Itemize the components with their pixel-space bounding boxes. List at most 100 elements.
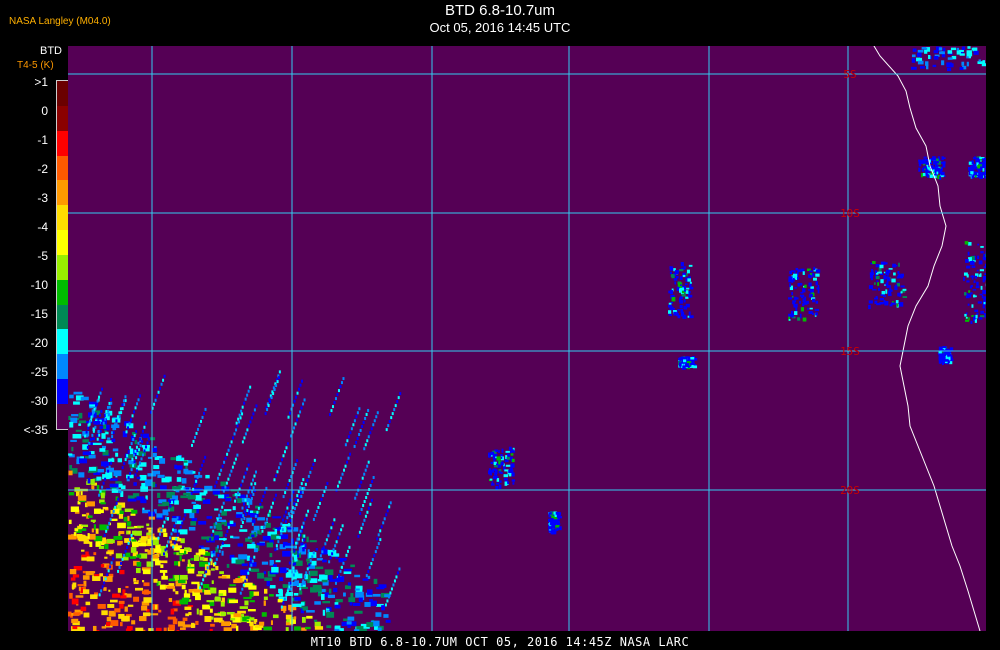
cloud-pixel bbox=[103, 581, 106, 585]
cloud-pixel bbox=[246, 619, 249, 622]
cloud-pixel bbox=[172, 528, 175, 532]
cloud-pixel bbox=[979, 174, 984, 180]
cloud-pixel bbox=[326, 611, 335, 618]
cloud-pixel bbox=[225, 497, 231, 502]
cloud-pixel bbox=[393, 408, 396, 412]
cloud-pixel bbox=[111, 457, 114, 461]
cloud-pixel bbox=[131, 509, 138, 514]
cloud-pixel bbox=[871, 268, 873, 273]
cloud-pixel bbox=[226, 563, 230, 568]
cloud-pixel bbox=[220, 468, 223, 472]
cloud-pixel bbox=[73, 401, 80, 405]
cloud-pixel bbox=[233, 613, 242, 618]
cloud-pixel bbox=[790, 315, 794, 318]
legend-label: -10 bbox=[30, 278, 48, 292]
cloud-pixel bbox=[112, 593, 120, 598]
cloud-pixel bbox=[492, 475, 497, 480]
cloud-pixel bbox=[225, 481, 228, 485]
satellite-map[interactable]: 15W10W5W05E10E5S10S15S20S bbox=[68, 0, 990, 637]
cloud-pixel bbox=[90, 519, 96, 522]
cloud-pixel bbox=[124, 395, 127, 399]
cloud-pixel bbox=[158, 532, 161, 536]
cloud-pixel bbox=[87, 515, 93, 518]
cloud-pixel bbox=[548, 512, 552, 515]
cloud-pixel bbox=[681, 294, 686, 297]
cloud-pixel bbox=[310, 466, 313, 470]
cloud-pixel bbox=[77, 495, 87, 501]
cloud-pixel bbox=[503, 478, 508, 481]
cloud-pixel bbox=[557, 512, 562, 515]
cloud-pixel bbox=[918, 167, 921, 172]
cloud-pixel bbox=[349, 431, 352, 435]
cloud-pixel bbox=[190, 491, 193, 495]
cloud-pixel bbox=[274, 528, 278, 535]
cloud-pixel bbox=[189, 512, 195, 519]
cloud-pixel bbox=[137, 465, 140, 469]
cloud-pixel bbox=[325, 608, 330, 611]
cloud-pixel bbox=[345, 553, 348, 557]
cloud-pixel bbox=[191, 623, 196, 628]
cloud-pixel bbox=[221, 550, 224, 556]
cloud-pixel bbox=[173, 541, 176, 545]
cloud-pixel bbox=[246, 508, 249, 512]
cloud-pixel bbox=[106, 405, 109, 409]
cloud-pixel bbox=[361, 424, 364, 428]
cloud-pixel bbox=[141, 605, 148, 611]
cloud-pixel bbox=[240, 524, 243, 528]
cloud-pixel bbox=[224, 522, 227, 526]
cloud-pixel bbox=[287, 527, 294, 530]
cloud-pixel bbox=[354, 496, 357, 500]
cloud-pixel bbox=[981, 294, 984, 299]
cloud-pixel bbox=[383, 614, 389, 618]
cloud-pixel bbox=[153, 539, 159, 546]
cloud-pixel bbox=[898, 273, 901, 278]
cloud-pixel bbox=[363, 472, 366, 476]
cloud-pixel bbox=[127, 476, 130, 480]
cloud-pixel bbox=[195, 495, 202, 501]
cloud-pixel bbox=[334, 581, 337, 585]
cloud-pixel bbox=[117, 497, 120, 501]
cloud-pixel bbox=[133, 434, 136, 438]
cloud-pixel bbox=[140, 457, 143, 461]
map-panel[interactable]: 15W10W5W05E10E5S10S15S20S bbox=[68, 0, 990, 637]
cloud-pixel bbox=[92, 442, 102, 446]
cloud-pixel bbox=[344, 464, 347, 468]
cloud-pixel bbox=[496, 478, 500, 482]
cloud-pixel bbox=[319, 574, 328, 580]
cloud-pixel bbox=[681, 287, 684, 291]
cloud-pixel bbox=[792, 300, 797, 303]
cloud-pixel bbox=[312, 462, 315, 466]
cloud-pixel bbox=[287, 502, 290, 506]
cloud-pixel bbox=[259, 621, 265, 626]
cloud-pixel bbox=[334, 544, 337, 548]
cloud-pixel bbox=[183, 593, 191, 598]
cloud-pixel bbox=[104, 577, 107, 581]
cloud-pixel bbox=[147, 437, 150, 441]
cloud-pixel bbox=[78, 412, 83, 419]
cloud-pixel bbox=[265, 486, 268, 490]
cloud-pixel bbox=[91, 433, 94, 437]
cloud-pixel bbox=[362, 578, 369, 581]
cloud-pixel bbox=[315, 548, 318, 551]
cloud-pixel bbox=[680, 312, 684, 317]
cloud-pixel bbox=[248, 585, 257, 590]
cloud-pixel bbox=[808, 289, 810, 291]
cloud-pixel bbox=[507, 453, 511, 457]
cloud-pixel bbox=[106, 616, 112, 622]
cloud-pixel bbox=[127, 426, 130, 430]
cloud-pixel bbox=[101, 387, 104, 391]
cloud-pixel bbox=[372, 593, 381, 597]
cloud-pixel bbox=[974, 309, 979, 313]
cloud-pixel bbox=[886, 281, 889, 284]
cloud-pixel bbox=[144, 480, 149, 484]
cloud-pixel bbox=[375, 415, 378, 419]
cloud-pixel bbox=[135, 469, 138, 473]
cloud-pixel bbox=[898, 302, 904, 307]
cloud-pixel bbox=[111, 438, 116, 443]
cloud-pixel bbox=[266, 542, 274, 548]
cloud-pixel bbox=[984, 169, 989, 172]
cloud-pixel bbox=[191, 443, 194, 447]
cloud-pixel bbox=[686, 273, 688, 277]
cloud-pixel bbox=[135, 430, 138, 434]
cloud-pixel bbox=[326, 625, 332, 629]
